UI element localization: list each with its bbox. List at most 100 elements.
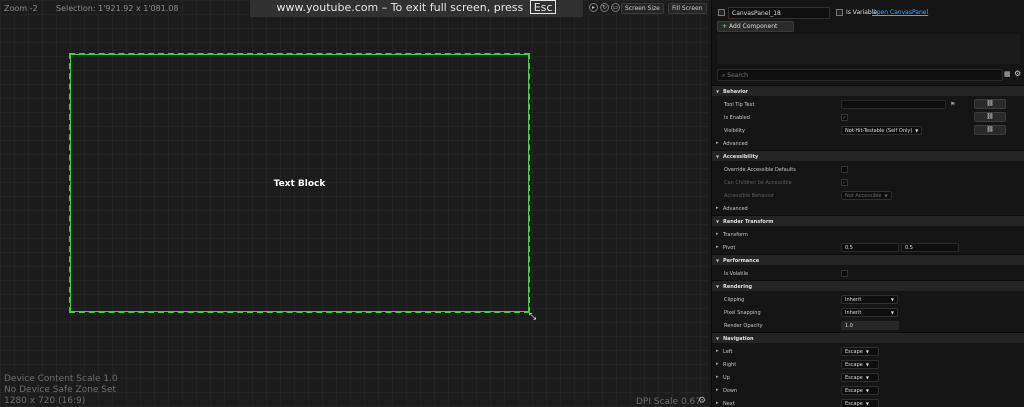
prop-pixel-snapping: Pixel Snapping Inherit ▼ [712,306,1024,319]
chevron-down-icon: ▼ [890,310,894,315]
device-content-scale: Device Content Scale 1.0 [4,374,118,384]
prop-is-enabled: Is Enabled ✓ ⛓ [712,111,1024,124]
editor-root: Zoom -2 Selection: 1'921.92 x 1'081.08 T… [0,0,1024,407]
dropdown-value: Not Accessible [845,193,882,199]
dropdown-value: Escape [845,388,863,394]
prop-clipping: Clipping Inherit ▼ [712,293,1024,306]
section-performance[interactable]: ▼ Performance [712,254,1024,265]
dpi-settings-gear-icon[interactable]: ⚙ [698,396,706,406]
clipping-dropdown[interactable]: Inherit ▼ [841,295,898,304]
widget-name-field[interactable]: CanvasPanel_18 [728,7,830,19]
pivot-x-input[interactable]: 0.5 [841,243,899,252]
prop-label: Can Children be Accessible [724,180,792,186]
expand-arrow-icon[interactable]: ▸ [716,361,719,367]
chevron-down-icon: ▼ [915,128,919,133]
nav-down-dropdown[interactable]: Escape ▼ [841,386,879,395]
layout-icon[interactable]: ▭ [611,3,620,12]
dropdown-value: Not Hit-Testable (Self Only) [845,128,913,134]
prop-label: Right [723,362,737,368]
expand-arrow-icon: ▸ [716,140,719,146]
chevron-down-icon: ▼ [865,349,869,354]
search-input[interactable]: ⌕ Search [717,69,1003,81]
prop-accessibility-advanced[interactable]: ▸ Advanced [712,202,1024,215]
component-area [717,34,1020,64]
prop-label: Override Accessible Defaults [724,167,796,173]
section-title: Navigation [723,336,754,342]
nav-up-dropdown[interactable]: Escape ▼ [841,373,879,382]
tool-tip-text-input[interactable] [841,100,946,109]
expand-arrow-icon: ▸ [716,205,719,211]
add-component-label: Add Component [729,23,778,30]
expand-arrow-icon[interactable]: ▸ [716,348,719,354]
fullscreen-message: www.youtube.com – To exit full screen, p… [276,1,524,14]
widget-visibility-checkbox[interactable] [718,9,725,16]
chevron-down-icon: ▼ [865,401,869,406]
section-title: Render Transform [723,219,774,225]
section-title: Performance [723,258,760,264]
chevron-down-icon: ▼ [716,89,720,94]
screen-size-dropdown[interactable]: Screen Size [621,3,664,14]
section-rendering[interactable]: ▼ Rendering [712,280,1024,291]
prop-render-opacity: Render Opacity 1.0 [712,319,1024,332]
dropdown-value: Inherit [845,310,862,316]
refresh-icon[interactable]: ↻ [600,3,609,12]
settings-gear-icon[interactable]: ⚙ [1014,69,1021,78]
chevron-down-icon: ▼ [716,219,720,224]
is-enabled-checkbox[interactable]: ✓ [841,114,848,121]
safe-zone-info: No Device Safe Zone Set [4,385,117,395]
prop-label: Advanced [723,141,748,147]
section-accessibility[interactable]: ▼ Accessibility [712,150,1024,161]
bind-link-icon[interactable]: ⛓ [974,112,1006,122]
expand-arrow-icon[interactable]: ▸ [716,374,719,380]
prop-label: Visibility [724,128,745,134]
nav-right-dropdown[interactable]: Escape ▼ [841,360,879,369]
children-accessible-checkbox: ✓ [841,179,848,186]
expand-arrow-icon: ▸ [716,231,719,237]
prop-label: Next [723,401,735,407]
dropdown-value: Escape [845,401,863,407]
prop-accessible-behavior: Accessible Behavior Not Accessible ▼ [712,189,1024,202]
search-placeholder: Search [727,72,748,79]
chevron-down-icon: ▼ [716,154,720,159]
prop-label: Down [723,388,738,394]
prop-is-volatile: Is Volatile [712,267,1024,280]
nav-next-dropdown[interactable]: Escape ▼ [841,399,879,407]
prop-behavior-advanced[interactable]: ▸ Advanced [712,137,1024,150]
designer-viewport[interactable]: Zoom -2 Selection: 1'921.92 x 1'081.08 T… [0,0,709,407]
chevron-down-icon: ▼ [716,284,720,289]
play-icon[interactable]: ▸ [589,3,598,12]
nav-left-dropdown[interactable]: Escape ▼ [841,347,879,356]
pixel-snapping-dropdown[interactable]: Inherit ▼ [841,308,898,317]
canvas-panel-frame[interactable]: Text Block [69,53,530,313]
details-panel: CanvasPanel_18 Is Variable Open CanvasPa… [711,0,1024,407]
dropdown-value: Escape [845,349,863,355]
bind-link-icon[interactable]: ⛓ [974,99,1006,109]
visibility-dropdown[interactable]: Not Hit-Testable (Self Only) ▼ [841,126,923,135]
open-canvas-panel-link[interactable]: Open CanvasPanel [872,9,928,16]
add-component-button[interactable]: + Add Component [717,21,794,32]
prop-nav-up: ▸ Up Escape ▼ [712,371,1024,384]
render-opacity-input[interactable]: 1.0 [841,321,899,330]
section-behavior[interactable]: ▼ Behavior [712,85,1024,96]
bind-link-icon[interactable]: ⛓ [974,125,1006,135]
resize-handle-icon[interactable]: ⤡ [529,312,536,322]
expand-arrow-icon[interactable]: ▸ [716,244,719,250]
grid-view-icon[interactable]: ▦ [1004,70,1011,78]
prop-label: Pixel Snapping [724,310,761,316]
prop-label: Accessible Behavior [724,193,774,199]
localization-flag-icon[interactable]: ⚑ [950,101,955,108]
prop-label: Transform [723,232,748,238]
fill-screen-dropdown[interactable]: Fill Screen [668,3,707,14]
override-accessible-checkbox[interactable] [841,166,848,173]
prop-transform[interactable]: ▸ Transform [712,228,1024,241]
prop-label: Pivot [723,245,736,251]
section-navigation[interactable]: ▼ Navigation [712,332,1024,343]
section-title: Behavior [723,89,749,95]
text-block-widget[interactable]: Text Block [71,179,528,189]
pivot-y-input[interactable]: 0.5 [901,243,959,252]
is-volatile-checkbox[interactable] [841,270,848,277]
expand-arrow-icon[interactable]: ▸ [716,400,719,406]
is-variable-checkbox[interactable] [836,9,843,16]
section-render-transform[interactable]: ▼ Render Transform [712,215,1024,226]
expand-arrow-icon[interactable]: ▸ [716,387,719,393]
